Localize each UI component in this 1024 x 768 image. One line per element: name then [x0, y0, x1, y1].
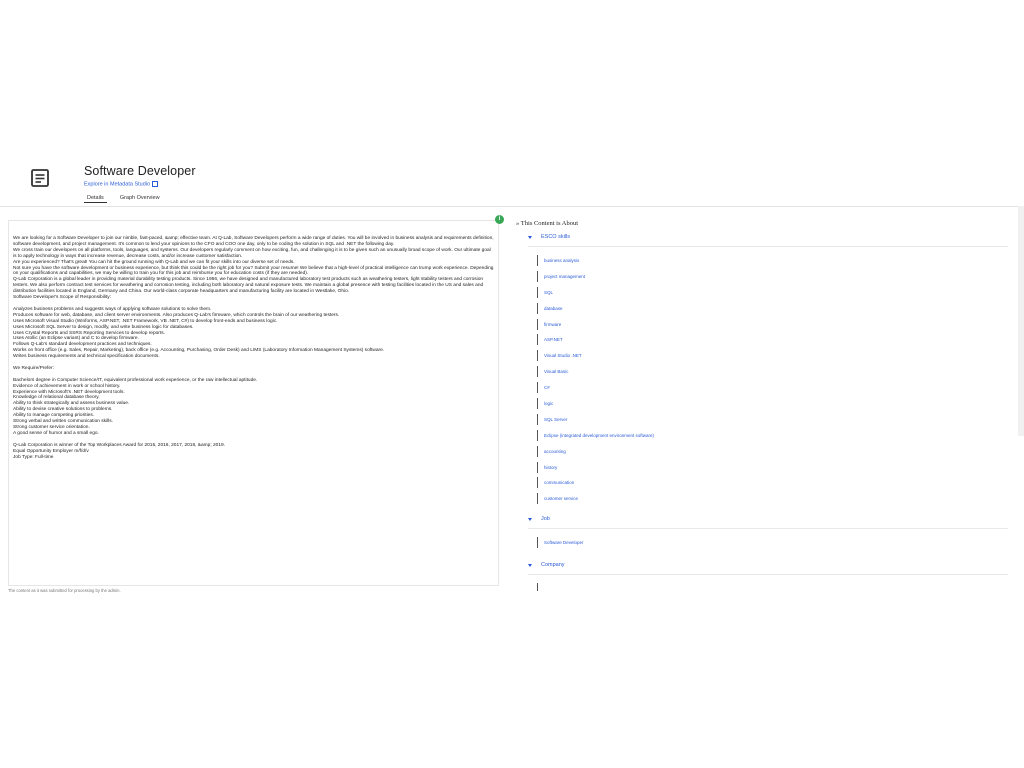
skill-item[interactable]: firmware	[537, 317, 1008, 333]
item-bar	[537, 429, 538, 441]
item-bar	[537, 255, 538, 266]
page-header: Software Developer Explore in Metadata S…	[0, 158, 1024, 207]
skill-item[interactable]: Visual Basic	[537, 364, 1008, 380]
page-title: Software Developer	[84, 164, 196, 178]
item-bar	[537, 493, 538, 505]
scrollbar-track[interactable]	[1018, 206, 1024, 436]
section-header-company[interactable]: Company	[528, 562, 1008, 575]
esco-skills-list: business analysis project management SQL…	[528, 247, 1008, 507]
item-bar	[537, 382, 538, 394]
caret-down-icon	[528, 564, 532, 567]
job-list: Software Developer	[528, 529, 1008, 551]
section-label: ESCO skills	[541, 234, 571, 240]
skill-label: SQL Server	[544, 416, 568, 422]
item-bar	[537, 461, 538, 473]
skill-item[interactable]: Visual Studio .NET	[537, 348, 1008, 364]
section-company: Company	[528, 562, 1008, 591]
item-bar	[537, 302, 538, 314]
skill-item[interactable]: ASP.NET	[537, 332, 1008, 348]
skill-label: history	[544, 464, 558, 470]
info-icon[interactable]: i	[495, 215, 504, 224]
skill-item[interactable]: logic	[537, 396, 1008, 412]
item-bar	[537, 445, 538, 457]
tab-graph-overview[interactable]: Graph Overview	[117, 192, 163, 203]
job-label: Software Developer	[544, 540, 584, 545]
skill-item[interactable]: accounting	[537, 444, 1008, 460]
skill-label: database	[544, 305, 563, 311]
item-bar	[537, 537, 538, 548]
skill-label: accounting	[544, 448, 566, 454]
skill-item[interactable]: database	[537, 301, 1008, 317]
explore-link-label: Explore in Metadata Studio	[84, 181, 151, 188]
external-link-icon	[152, 181, 159, 187]
explore-metadata-studio-link[interactable]: Explore in Metadata Studio	[84, 181, 159, 188]
skill-item[interactable]: SQL Server	[537, 412, 1008, 428]
section-esco-skills: ESCO skills business analysis project ma…	[528, 234, 1008, 507]
item-bar	[537, 583, 538, 591]
skill-label: project management	[544, 273, 586, 279]
section-header-esco-skills[interactable]: ESCO skills	[528, 234, 1008, 247]
item-bar	[537, 318, 538, 330]
skill-label: Eclipse (integrated development environm…	[544, 432, 655, 438]
section-label: Job	[541, 516, 550, 522]
skill-label: business analysis	[544, 258, 580, 263]
item-bar	[537, 270, 538, 282]
section-job: Job Software Developer	[528, 516, 1008, 551]
skill-label: SQL	[544, 289, 554, 295]
document-icon	[31, 169, 49, 187]
job-description-text: We are looking for a Software Developer …	[13, 236, 494, 460]
skill-item[interactable]: business analysis	[537, 253, 1008, 269]
company-item[interactable]	[537, 581, 1008, 591]
content-caption: The content as it was submitted for proc…	[8, 588, 121, 593]
skill-item[interactable]: customer service	[537, 491, 1008, 507]
skill-label: Visual Basic	[544, 369, 569, 375]
item-bar	[537, 398, 538, 410]
skill-item[interactable]: history	[537, 460, 1008, 476]
item-bar	[537, 350, 538, 362]
skill-label: Visual Studio .NET	[544, 353, 582, 359]
item-bar	[537, 477, 538, 489]
job-item[interactable]: Software Developer	[537, 535, 1008, 551]
skill-label: communication	[544, 480, 575, 486]
skill-label: C#	[544, 385, 550, 391]
item-bar	[537, 334, 538, 346]
skill-label: ASP.NET	[544, 337, 563, 343]
about-heading: » This Content is About	[516, 220, 578, 227]
skill-item[interactable]: C#	[537, 380, 1008, 396]
caret-down-icon	[528, 518, 532, 521]
skill-item[interactable]: project management	[537, 269, 1008, 285]
item-bar	[537, 413, 538, 425]
section-header-job[interactable]: Job	[528, 516, 1008, 529]
skill-label: customer service	[544, 496, 579, 502]
tab-details[interactable]: Details	[84, 192, 107, 203]
caret-down-icon	[528, 236, 532, 239]
tab-bar: Details Graph Overview	[84, 192, 163, 206]
skill-item[interactable]: communication	[537, 475, 1008, 491]
company-list	[528, 575, 1008, 591]
skill-item[interactable]: SQL	[537, 285, 1008, 301]
item-bar	[537, 366, 538, 378]
page: Software Developer Explore in Metadata S…	[0, 158, 1024, 608]
item-bar	[537, 286, 538, 298]
skill-item[interactable]: Eclipse (integrated development environm…	[537, 428, 1008, 444]
skill-label: firmware	[544, 321, 562, 327]
skill-label: logic	[544, 401, 554, 407]
section-label: Company	[541, 562, 565, 568]
